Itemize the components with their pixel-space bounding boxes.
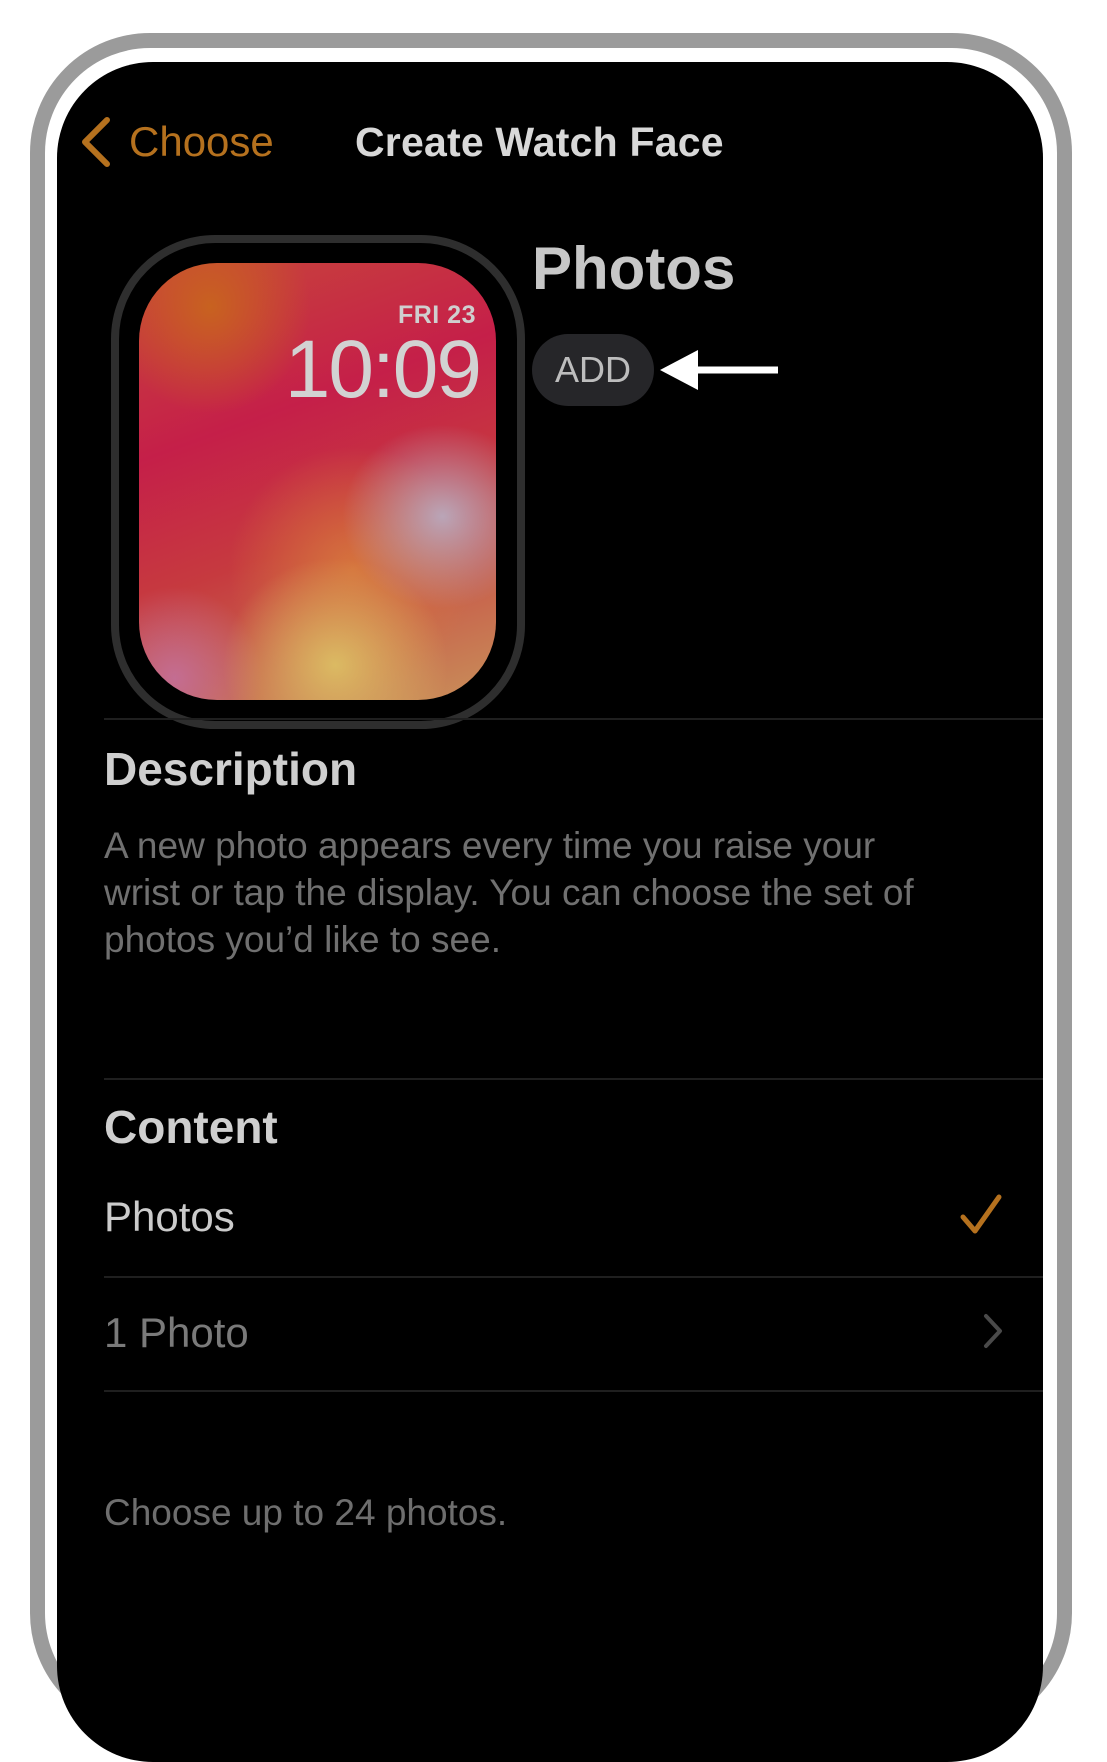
- photo-count-label: 1 Photo: [104, 1309, 249, 1356]
- add-button[interactable]: ADD: [532, 334, 654, 406]
- description-text: A new photo appears every time you raise…: [104, 825, 914, 960]
- watch-face-preview: FRI 23 10:09: [139, 263, 496, 700]
- photo-count-row[interactable]: 1 Photo: [104, 1278, 1043, 1388]
- content-heading: Content: [104, 1101, 278, 1153]
- content-option-label: Photos: [104, 1193, 235, 1240]
- back-button[interactable]: Choose: [79, 114, 274, 170]
- divider: [104, 718, 1043, 720]
- chevron-left-icon: [79, 116, 113, 168]
- app-screen: Choose Create Watch Face FRI 23 10:09 Ph…: [57, 62, 1043, 1762]
- watch-time: 10:09: [284, 324, 482, 415]
- description-heading: Description: [104, 743, 358, 795]
- content-option-photos[interactable]: Photos: [104, 1162, 1043, 1272]
- arrow-left-icon: [660, 350, 778, 390]
- page-title: Create Watch Face: [355, 118, 724, 165]
- divider: [104, 1078, 1043, 1080]
- back-button-label: Choose: [129, 118, 274, 165]
- photo-limit-note: Choose up to 24 photos.: [104, 1492, 508, 1533]
- face-name: Photos: [532, 235, 736, 302]
- divider: [104, 1390, 1043, 1392]
- chevron-right-icon: [983, 1313, 1003, 1354]
- checkmark-icon: [959, 1193, 1003, 1242]
